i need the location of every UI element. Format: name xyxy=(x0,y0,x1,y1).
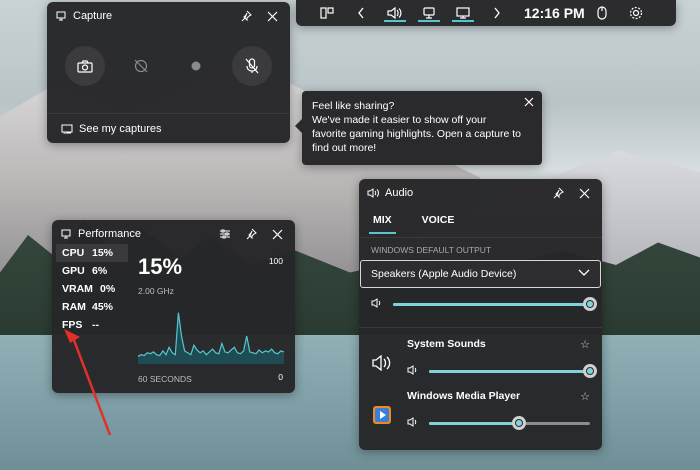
volume-icon xyxy=(407,414,419,432)
audio-icon[interactable] xyxy=(378,0,412,26)
performance-icon xyxy=(60,228,72,240)
pin-icon[interactable] xyxy=(236,6,256,26)
cpu-usage-value: 15% xyxy=(138,254,183,279)
tooltip-body: We've made it easier to show off your fa… xyxy=(312,114,521,154)
pin-icon[interactable] xyxy=(548,183,568,203)
metric-list: CPU 15% GPU 6% VRAM 0% RAM 45% FPS -- xyxy=(56,244,128,334)
app-name: Windows Media Player xyxy=(407,390,521,402)
app-volume-slider[interactable] xyxy=(429,363,597,378)
capture-icon xyxy=(55,10,67,22)
close-icon[interactable] xyxy=(574,183,594,203)
widget-menu-icon[interactable] xyxy=(310,0,344,26)
default-output-heading: WINDOWS DEFAULT OUTPUT xyxy=(371,245,492,255)
audio-tabs: MIX VOICE xyxy=(359,207,602,234)
chevron-left-icon[interactable] xyxy=(344,0,378,26)
see-my-captures-link[interactable]: See my captures xyxy=(47,113,290,143)
metric-ram[interactable]: RAM 45% xyxy=(56,298,128,316)
mic-off-icon xyxy=(245,58,259,74)
tooltip-title: Feel like sharing? xyxy=(312,100,395,112)
app-volume-windows-media-player: Windows Media Player ☆ xyxy=(359,380,602,432)
media-player-icon xyxy=(371,404,393,426)
volume-icon xyxy=(371,295,383,313)
graph-max-label: 100 xyxy=(268,256,283,266)
settings-sliders-icon[interactable] xyxy=(215,224,235,244)
mouse-icon[interactable] xyxy=(585,0,619,26)
gallery-icon xyxy=(61,124,73,134)
metric-cpu[interactable]: CPU 15% xyxy=(56,244,128,262)
graph-time-label: 60 SECONDS xyxy=(138,374,192,384)
see-my-captures-label: See my captures xyxy=(79,122,162,135)
cpu-clock-speed: 2.00 GHz xyxy=(138,286,174,296)
cpu-usage-graph xyxy=(138,312,284,364)
record-last-icon xyxy=(134,59,148,73)
slider-thumb[interactable] xyxy=(583,296,597,311)
app-volume-system-sounds: System Sounds ☆ xyxy=(359,328,602,380)
chevron-right-icon[interactable] xyxy=(480,0,514,26)
metric-vram[interactable]: VRAM 0% xyxy=(56,280,128,298)
game-bar-toolbar: 12:16 PM xyxy=(296,0,676,26)
camera-icon xyxy=(77,59,93,73)
master-volume-row xyxy=(359,291,602,317)
audio-title: Audio xyxy=(385,187,414,199)
performance-title: Performance xyxy=(78,228,141,240)
close-icon[interactable] xyxy=(524,97,534,111)
record-last-30-button[interactable] xyxy=(121,46,161,86)
record-icon xyxy=(191,61,201,71)
graph-min-label: 0 xyxy=(278,372,283,382)
performance-icon[interactable] xyxy=(446,0,480,26)
pin-icon[interactable] xyxy=(241,224,261,244)
sharing-tooltip: Feel like sharing? We've made it easier … xyxy=(295,91,542,165)
close-icon[interactable] xyxy=(262,6,282,26)
slider-thumb[interactable] xyxy=(512,415,527,430)
app-volume-slider[interactable] xyxy=(429,415,590,430)
cpu-graph-area xyxy=(138,312,284,364)
metric-gpu[interactable]: GPU 6% xyxy=(56,262,128,280)
app-volume-row xyxy=(395,410,602,436)
chevron-down-icon xyxy=(578,268,590,280)
audio-titlebar[interactable]: Audio xyxy=(359,179,602,207)
app-name: System Sounds xyxy=(407,338,486,350)
capture-widget: Capture See my captures xyxy=(47,2,290,143)
slider-thumb[interactable] xyxy=(583,363,597,378)
clock: 12:16 PM xyxy=(524,5,585,21)
output-device-value: Speakers (Apple Audio Device) xyxy=(371,268,517,280)
volume-icon xyxy=(407,362,419,380)
speaker-icon xyxy=(367,187,379,199)
screenshot-button[interactable] xyxy=(64,46,105,86)
audio-widget: Audio MIX VOICE WINDOWS DEFAULT OUTPUT S… xyxy=(359,179,602,450)
capture-title: Capture xyxy=(73,10,113,22)
tab-voice[interactable]: VOICE xyxy=(422,210,455,230)
close-icon[interactable] xyxy=(267,224,287,244)
capture-icon[interactable] xyxy=(412,0,446,26)
gear-icon[interactable] xyxy=(619,0,653,26)
capture-titlebar[interactable]: Capture xyxy=(47,2,290,30)
output-device-select[interactable]: Speakers (Apple Audio Device) xyxy=(360,260,601,288)
annotation-arrow xyxy=(64,329,112,436)
speaker-icon xyxy=(371,352,393,374)
cpu-graph-line xyxy=(138,312,284,358)
tab-mix[interactable]: MIX xyxy=(369,210,396,234)
start-recording-button[interactable] xyxy=(176,46,216,86)
master-volume-slider[interactable] xyxy=(393,296,597,311)
star-icon[interactable]: ☆ xyxy=(580,390,590,403)
mic-toggle-button[interactable] xyxy=(232,46,273,86)
star-icon[interactable]: ☆ xyxy=(580,338,590,351)
